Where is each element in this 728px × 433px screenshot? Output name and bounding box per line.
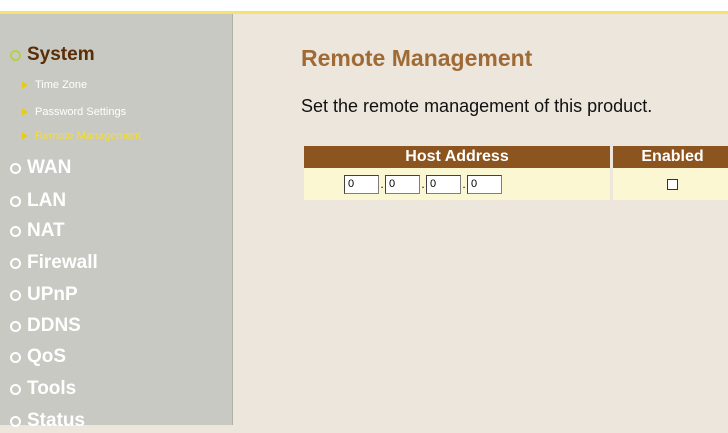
triangle-bullet-icon — [22, 81, 28, 89]
submenu-item-time-zone[interactable]: Time Zone — [22, 77, 87, 93]
enabled-checkbox[interactable] — [667, 178, 678, 190]
submenu-item-remote-management[interactable]: Remote Management — [22, 128, 141, 144]
sidebar: System Time Zone Password Settings Remot… — [0, 14, 233, 431]
page-title: Remote Management — [301, 45, 533, 71]
menu-item-tools[interactable]: Tools — [6, 377, 76, 401]
menu-label: Tools — [27, 378, 77, 399]
menu-item-lan[interactable]: LAN — [6, 189, 66, 213]
menu-item-system[interactable]: System — [6, 43, 95, 67]
host-octet-2-input[interactable] — [385, 174, 420, 194]
host-octet-1-input[interactable] — [344, 174, 379, 194]
circle-bullet-icon — [10, 49, 21, 61]
host-address-header: Host Address — [304, 146, 610, 168]
page-description: Set the remote management of this produc… — [301, 96, 653, 116]
menu-label: QoS — [27, 346, 67, 367]
sidebar-divider — [232, 14, 233, 425]
circle-bullet-icon — [10, 162, 21, 174]
menu-label: DDNS — [27, 315, 81, 336]
circle-bullet-icon — [10, 195, 21, 207]
menu-item-qos[interactable]: QoS — [6, 345, 66, 369]
circle-bullet-icon — [10, 320, 21, 332]
enabled-header: Enabled — [613, 146, 728, 168]
circle-bullet-icon — [10, 225, 21, 237]
circle-bullet-icon — [10, 289, 21, 301]
menu-label: UPnP — [27, 284, 78, 305]
circle-bullet-icon — [10, 383, 21, 395]
menu-label: Status — [27, 410, 86, 431]
top-bar — [0, 0, 728, 11]
triangle-bullet-icon — [22, 108, 28, 116]
menu-item-ddns[interactable]: DDNS — [6, 314, 81, 338]
table-row: . . . — [304, 168, 728, 200]
submenu-label: Password Settings — [35, 106, 127, 118]
remote-management-table: Host Address Enabled . . . — [304, 146, 728, 200]
menu-label: LAN — [27, 190, 67, 211]
menu-item-status[interactable]: Status — [6, 409, 85, 433]
menu-label: System — [27, 44, 95, 65]
host-octet-3-input[interactable] — [426, 174, 461, 194]
table-header: Host Address Enabled — [304, 146, 728, 168]
menu-item-wan[interactable]: WAN — [6, 156, 71, 180]
triangle-bullet-icon — [22, 132, 28, 140]
circle-bullet-icon — [10, 257, 21, 269]
menu-item-upnp[interactable]: UPnP — [6, 283, 78, 307]
circle-bullet-icon — [10, 351, 21, 363]
submenu-label: Time Zone — [35, 79, 88, 91]
menu-label: Firewall — [27, 252, 98, 273]
menu-item-firewall[interactable]: Firewall — [6, 251, 98, 275]
host-octet-4-input[interactable] — [467, 174, 502, 194]
submenu-item-password-settings[interactable]: Password Settings — [22, 104, 126, 120]
menu-item-nat[interactable]: NAT — [6, 219, 65, 243]
enabled-cell — [613, 168, 728, 200]
menu-label: NAT — [27, 220, 65, 241]
menu-label: WAN — [27, 157, 72, 178]
submenu-label: Remote Management — [35, 130, 141, 142]
host-address-cell: . . . — [304, 168, 610, 200]
